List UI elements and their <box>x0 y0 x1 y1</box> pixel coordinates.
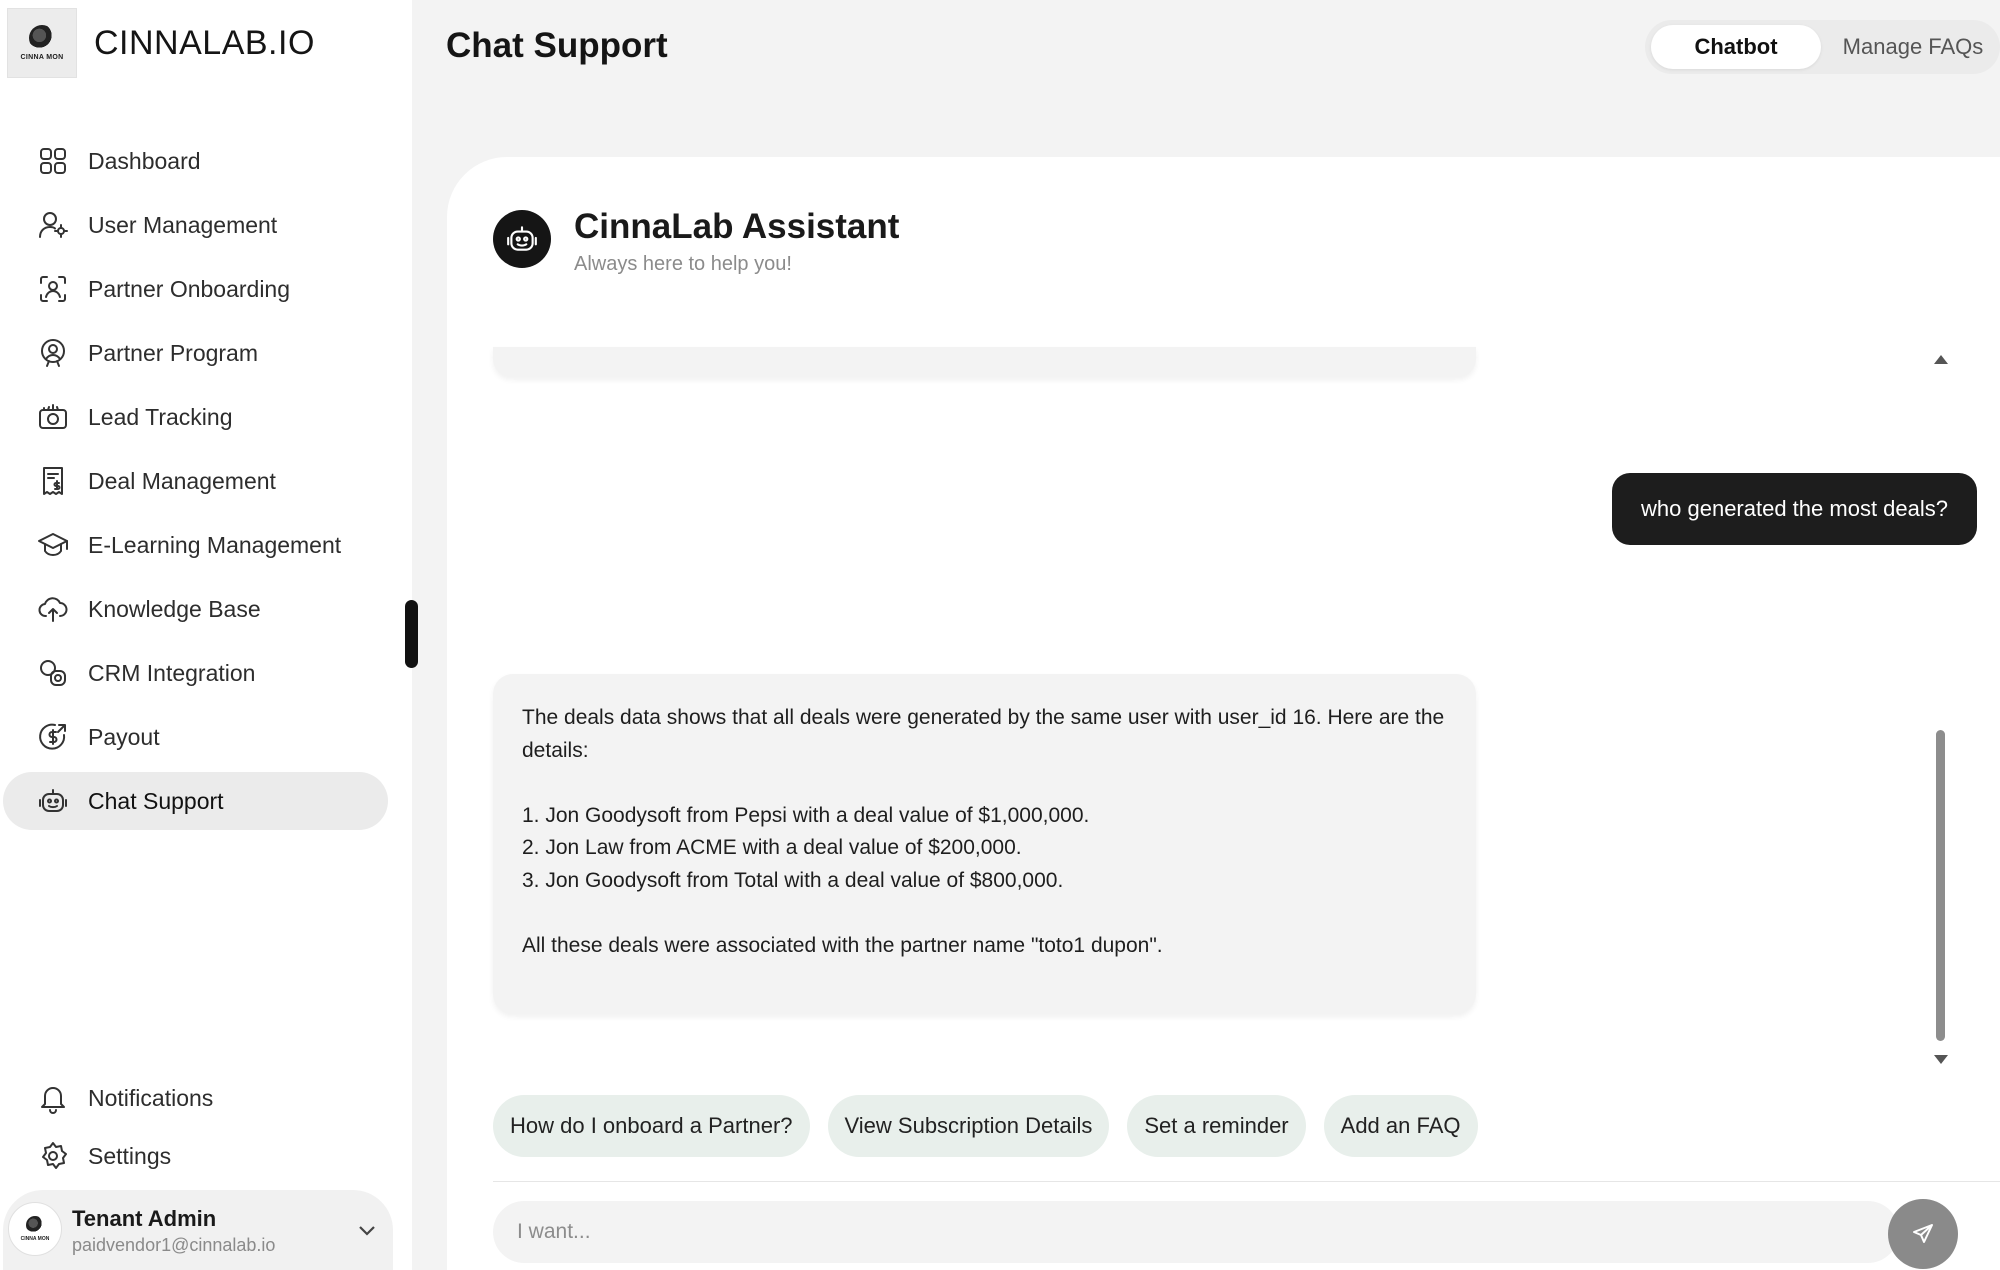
sidebar-item-lead-tracking[interactable]: Lead Tracking <box>3 388 388 446</box>
avatar: CINNA MON <box>8 1202 62 1256</box>
crm-link-icon <box>36 656 70 690</box>
bot-message-line: 3. Jon Goodysoft from Total with a deal … <box>522 868 1064 892</box>
user-gear-icon <box>36 208 70 242</box>
bot-message-line: 1. Jon Goodysoft from Pepsi with a deal … <box>522 803 1090 827</box>
sidebar-item-label: Dashboard <box>88 147 201 174</box>
gear-icon <box>36 1139 70 1173</box>
sidebar-item-label: Lead Tracking <box>88 403 233 430</box>
sidebar-item-partner-onboarding[interactable]: Partner Onboarding <box>3 260 388 318</box>
divider <box>493 1181 2000 1182</box>
sidebar-item-label: Payout <box>88 723 160 750</box>
chat-panel: CinnaLab Assistant Always here to help y… <box>447 157 2000 1270</box>
robot-icon <box>36 784 70 818</box>
brand-logo: CINNA MON <box>7 8 77 78</box>
camera-icon <box>36 400 70 434</box>
sidebar-item-label: Chat Support <box>88 787 224 814</box>
user-name: Tenant Admin <box>72 1206 217 1231</box>
user-message: who generated the most deals? <box>1612 473 1977 545</box>
sidebar-item-chat-support[interactable]: Chat Support <box>3 772 388 830</box>
suggestion-onboard-partner[interactable]: How do I onboard a Partner? <box>493 1095 810 1157</box>
logo-mark-icon <box>26 1216 44 1234</box>
sidebar-scrollbar[interactable] <box>405 600 418 668</box>
dollar-circle-icon <box>36 720 70 754</box>
page-title: Chat Support <box>446 26 668 65</box>
send-button[interactable] <box>1888 1199 1958 1269</box>
robot-icon <box>507 226 537 251</box>
bot-message-partial <box>493 347 1476 377</box>
sidebar-item-knowledge-base[interactable]: Knowledge Base <box>3 580 388 638</box>
receipt-dollar-icon <box>36 464 70 498</box>
sidebar-item-e-learning[interactable]: E-Learning Management <box>3 516 388 574</box>
sidebar-item-notifications[interactable]: Notifications <box>3 1073 388 1123</box>
sidebar-item-label: E-Learning Management <box>88 531 342 558</box>
suggestion-subscription-details[interactable]: View Subscription Details <box>827 1095 1110 1157</box>
chevron-down-icon[interactable] <box>353 1216 381 1244</box>
bot-message-line: 2. Jon Law from ACME with a deal value o… <box>522 836 1022 859</box>
logo-mark-icon <box>29 25 55 51</box>
send-icon <box>1913 1224 1933 1243</box>
avatar-text: CINNA MON <box>20 1236 50 1242</box>
sidebar-item-user-management[interactable]: User Management <box>3 196 388 254</box>
tab-manage-faqs[interactable]: Manage FAQs <box>1829 25 1997 69</box>
sidebar-item-settings[interactable]: Settings <box>3 1131 388 1181</box>
view-toggle: Chatbot Manage FAQs <box>1645 20 2000 74</box>
sidebar-item-deal-management[interactable]: Deal Management <box>3 452 388 510</box>
graduation-cap-icon <box>36 528 70 562</box>
scroll-down-arrow-icon[interactable] <box>1934 1055 1948 1064</box>
sidebar-item-payout[interactable]: Payout <box>3 708 388 766</box>
sidebar: CINNA MON CINNALAB.IO Dashboard User Man… <box>0 0 418 1270</box>
face-scan-icon <box>36 272 70 306</box>
brand-name: CINNALAB.IO <box>94 23 315 62</box>
dashboard-icon <box>36 144 70 178</box>
sidebar-item-label: Partner Program <box>88 339 259 366</box>
sidebar-item-label: CRM Integration <box>88 659 256 686</box>
sidebar-item-label: Partner Onboarding <box>88 275 291 302</box>
message-scrollbar-thumb[interactable] <box>1936 730 1945 1041</box>
bell-icon <box>36 1081 70 1115</box>
user-email: paidvendor1@cinnalab.io <box>72 1235 276 1255</box>
cloud-upload-icon <box>36 592 70 626</box>
sidebar-item-crm-integration[interactable]: CRM Integration <box>3 644 388 702</box>
bot-message-line: The deals data shows that all deals were… <box>522 706 1445 762</box>
assistant-avatar <box>493 210 551 268</box>
tab-chatbot[interactable]: Chatbot <box>1651 25 1821 69</box>
bot-message: The deals data shows that all deals were… <box>493 674 1476 1014</box>
assistant-tagline: Always here to help you! <box>574 253 792 275</box>
suggestion-set-reminder[interactable]: Set a reminder <box>1127 1095 1306 1157</box>
sidebar-item-label: Settings <box>88 1142 172 1169</box>
brand[interactable]: CINNA MON CINNALAB.IO <box>7 8 315 78</box>
scroll-up-arrow-icon[interactable] <box>1934 355 1948 364</box>
user-badge-icon <box>36 336 70 370</box>
logo-text: CINNA MON <box>20 54 64 61</box>
suggestion-add-faq[interactable]: Add an FAQ <box>1323 1095 1478 1157</box>
sidebar-item-label: Notifications <box>88 1084 214 1111</box>
sidebar-item-label: User Management <box>88 211 278 238</box>
suggestion-chips: How do I onboard a Partner? View Subscri… <box>493 1095 1478 1157</box>
assistant-name: CinnaLab Assistant <box>574 207 900 246</box>
sidebar-item-partner-program[interactable]: Partner Program <box>3 324 388 382</box>
bot-message-line: All these deals were associated with the… <box>522 933 1163 957</box>
sidebar-item-label: Knowledge Base <box>88 595 261 622</box>
message-input[interactable] <box>493 1201 1899 1263</box>
user-profile-card[interactable]: CINNA MON Tenant Admin paidvendor1@cinna… <box>3 1190 393 1270</box>
sidebar-item-dashboard[interactable]: Dashboard <box>3 132 388 190</box>
sidebar-item-label: Deal Management <box>88 467 276 494</box>
